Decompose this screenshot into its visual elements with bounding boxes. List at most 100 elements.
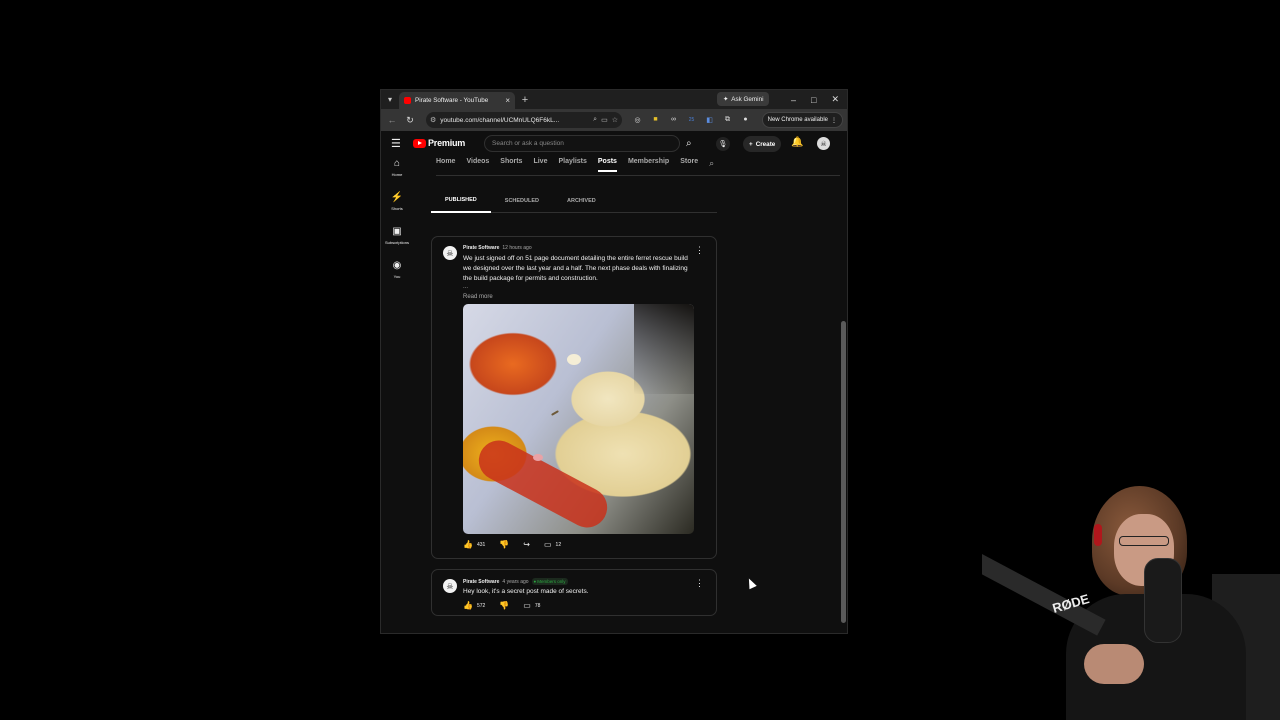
maximize-icon[interactable]: □ <box>811 95 816 105</box>
members-only-badge: ● Members only <box>531 578 568 585</box>
microphone-icon[interactable]: 🎙 <box>716 137 730 151</box>
subtab-published[interactable]: PUBLISHED <box>431 189 491 213</box>
subscriptions-icon: ▣ <box>392 226 402 237</box>
notes-extension-icon[interactable]: ■ <box>649 113 662 126</box>
tab-videos[interactable]: Videos <box>466 158 489 170</box>
read-more-link[interactable]: Read more <box>463 294 493 300</box>
profile-avatar-icon[interactable]: ● <box>739 113 752 126</box>
site-info-icon[interactable]: ⚙ <box>430 116 436 124</box>
share-icon[interactable]: ↪ <box>523 540 530 549</box>
post-time[interactable]: 4 years ago <box>502 579 528 585</box>
post-author[interactable]: Pirate Software <box>463 245 499 251</box>
comment-count[interactable]: 12 <box>556 542 562 548</box>
post-header: Pirate Software 12 hours ago <box>463 245 532 251</box>
back-arrow-icon[interactable]: ← <box>385 115 399 125</box>
reload-icon[interactable]: ↻ <box>403 115 417 126</box>
close-tab-icon[interactable]: × <box>505 96 510 105</box>
logo-text: Premium <box>428 138 466 148</box>
comment-icon[interactable]: ▭ <box>544 540 552 549</box>
vr-extension-icon[interactable]: ∞ <box>667 113 680 126</box>
gemini-sparkle-icon: ✦ <box>723 95 729 103</box>
headphone <box>1094 524 1102 546</box>
page-scrollbar[interactable] <box>841 321 846 623</box>
dislike-icon[interactable]: 👎 <box>499 540 509 549</box>
members-only-label: Members only <box>537 579 566 584</box>
close-window-icon[interactable]: ✕ <box>831 94 839 105</box>
webcam-overlay: RØDE <box>982 484 1280 720</box>
post-text: Hey look, it's a secret post made of sec… <box>463 588 589 595</box>
channel-avatar[interactable]: ☠ <box>443 579 457 593</box>
channel-avatar[interactable]: ☠ <box>443 246 457 260</box>
window-controls: – □ ✕ <box>791 90 843 109</box>
post-header: Pirate Software 4 years ago ● Members on… <box>463 578 568 585</box>
post-image-ferret[interactable] <box>463 304 694 534</box>
guide-item-shorts[interactable]: ⚡ Shorts <box>381 190 413 224</box>
tab-live[interactable]: Live <box>533 158 547 170</box>
tab-store[interactable]: Store <box>680 158 698 170</box>
tab-playlists[interactable]: Playlists <box>558 158 586 170</box>
create-label: Create <box>755 140 776 148</box>
youtube-play-icon <box>413 138 426 148</box>
tab-home[interactable]: Home <box>436 158 455 170</box>
tab-list-chevron-icon[interactable]: ▾ <box>381 90 399 109</box>
posts-subtabs: PUBLISHED SCHEDULED ARCHIVED <box>431 189 717 213</box>
new-tab-button[interactable]: + <box>517 94 533 106</box>
like-icon[interactable]: 👍 <box>463 601 473 610</box>
like-count: 572 <box>476 602 486 609</box>
post-actions: 👍 431 👎 ↪ ▭ 12 <box>463 540 561 549</box>
hamburger-menu-icon[interactable]: ☰ <box>391 137 401 150</box>
bookmark-star-icon[interactable]: ☆ <box>612 116 618 124</box>
bitwarden-extension-icon[interactable]: ◧ <box>703 113 716 126</box>
guide-item-you[interactable]: ◉ You <box>381 258 413 292</box>
channel-search-icon[interactable]: ⌕ <box>709 158 714 169</box>
tab-posts[interactable]: Posts <box>597 158 617 172</box>
guide-item-subscriptions[interactable]: ▣ Subscriptions <box>381 224 413 258</box>
tab-shorts[interactable]: Shorts <box>500 158 522 170</box>
ask-gemini-button[interactable]: ✦ Ask Gemini <box>717 92 770 106</box>
members-icon: ● <box>533 579 537 584</box>
youtube-premium-logo[interactable]: Premium <box>413 138 465 148</box>
guide-item-home[interactable]: ⌂ Home <box>381 156 413 190</box>
like-count: 431 <box>476 541 486 548</box>
tab-bar: ▾ Pirate Software - YouTube × + ✦ Ask Ge… <box>381 90 847 109</box>
search-icon[interactable]: ⌕ <box>686 138 692 149</box>
ask-gemini-label: Ask Gemini <box>731 95 764 103</box>
post-time[interactable]: 12 hours ago <box>502 245 531 251</box>
extension-badge-icon[interactable]: 25 <box>685 113 698 126</box>
tab-membership[interactable]: Membership <box>628 158 669 170</box>
microphone <box>1144 558 1182 643</box>
screen: ▾ Pirate Software - YouTube × + ✦ Ask Ge… <box>0 0 1280 720</box>
search-input[interactable]: Search or ask a question <box>484 135 680 152</box>
post-text: We just signed off on 51 page document d… <box>463 255 688 282</box>
guide-label: Shorts <box>391 206 403 211</box>
post-menu-icon[interactable]: ⋮ <box>695 578 704 589</box>
kebab-menu-icon[interactable]: ⋮ <box>831 117 837 124</box>
post-actions: 👍 572 👎 ▭ 78 <box>463 601 540 610</box>
community-post: ☠ Pirate Software 12 hours ago ⋮ We just… <box>431 236 717 559</box>
new-chrome-available-button[interactable]: New Chrome available ⋮ <box>761 112 843 128</box>
minimize-icon[interactable]: – <box>791 95 796 105</box>
comment-icon[interactable]: ▭ <box>523 601 531 610</box>
subtab-scheduled[interactable]: SCHEDULED <box>491 189 553 213</box>
cast-icon[interactable]: ▭ <box>601 116 608 124</box>
browser-window: ▾ Pirate Software - YouTube × + ✦ Ask Ge… <box>380 89 848 634</box>
comment-count[interactable]: 78 <box>535 603 541 609</box>
notifications-bell-icon[interactable]: 🔔 <box>791 137 803 148</box>
url-text[interactable]: youtube.com/channel/UCMnULQ6F6kL... <box>440 117 589 124</box>
guide-label: You <box>393 274 401 279</box>
subtab-archived[interactable]: ARCHIVED <box>553 189 610 213</box>
dislike-icon[interactable]: 👎 <box>499 601 509 610</box>
zoom-icon[interactable]: ⌕ <box>593 116 597 124</box>
extensions-puzzle-icon[interactable]: ⧉ <box>721 113 734 126</box>
account-avatar[interactable]: ☠ <box>817 137 830 150</box>
you-icon: ◉ <box>392 260 402 271</box>
create-button[interactable]: + Create <box>743 136 782 152</box>
browser-tab[interactable]: Pirate Software - YouTube × <box>399 92 515 109</box>
post-menu-icon[interactable]: ⋮ <box>695 245 704 256</box>
github-extension-icon[interactable]: ◎ <box>631 113 644 126</box>
yt-masthead: ☰ Premium Search or ask a question ⌕ 🎙 +… <box>381 131 847 156</box>
post-author[interactable]: Pirate Software <box>463 579 499 585</box>
like-icon[interactable]: 👍 <box>463 540 473 549</box>
address-bar[interactable]: ⚙ youtube.com/channel/UCMnULQ6F6kL... ⌕ … <box>426 112 622 128</box>
channel-tabs: Home Videos Shorts Live Playlists Posts … <box>436 158 840 176</box>
